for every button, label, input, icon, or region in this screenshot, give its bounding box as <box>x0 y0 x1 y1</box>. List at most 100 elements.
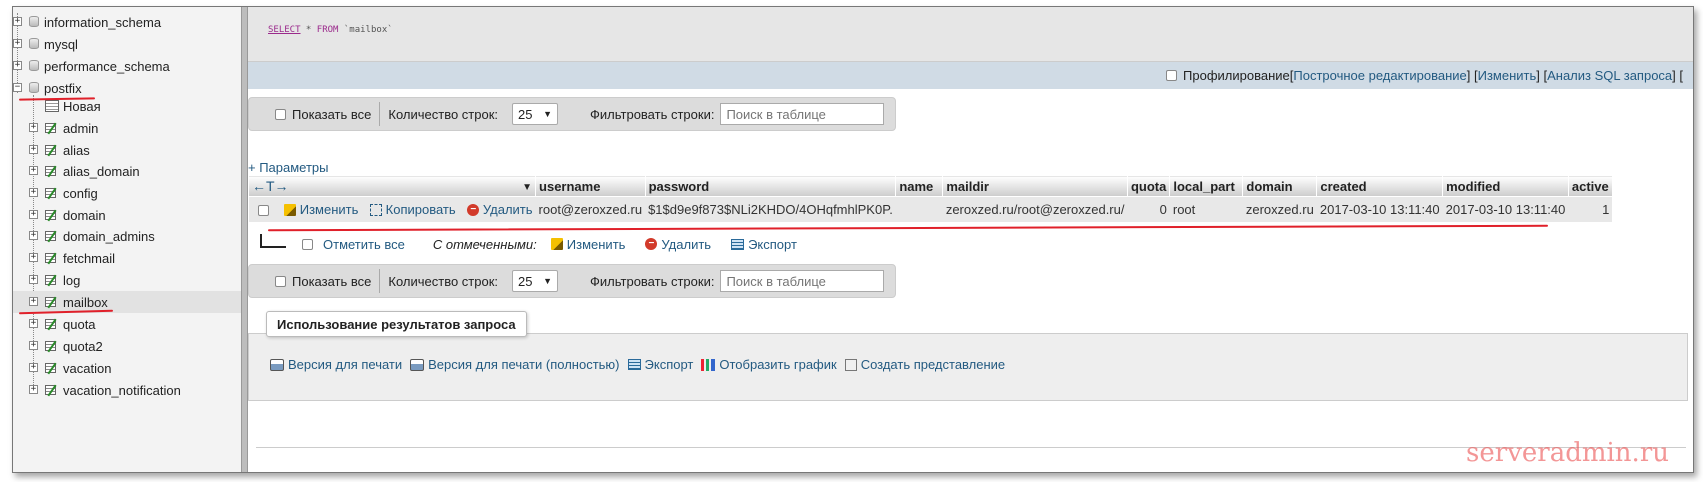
expand-icon[interactable]: + <box>13 39 22 48</box>
column-header-modified[interactable]: modified <box>1442 175 1569 197</box>
table-item-quota2[interactable]: + quota2 <box>13 335 241 357</box>
row-copy-link[interactable]: Копировать <box>386 202 456 217</box>
collapse-icon[interactable]: − <box>13 83 22 92</box>
bulk-delete-link[interactable]: Удалить <box>661 237 711 252</box>
table-label[interactable]: vacation <box>63 361 111 376</box>
print-view-full-link[interactable]: Версия для печати (полностью) <box>428 357 619 372</box>
table-label[interactable]: config <box>63 186 98 201</box>
bulk-export-link[interactable]: Экспорт <box>748 237 797 252</box>
edit-query-link[interactable]: Изменить <box>1478 68 1537 83</box>
table-item-mailbox[interactable]: + mailbox <box>13 291 241 313</box>
table-label[interactable]: domain_admins <box>63 229 155 244</box>
show-all-checkbox[interactable] <box>275 275 286 287</box>
table-label[interactable]: mailbox <box>63 295 108 310</box>
column-header-quota[interactable]: quota <box>1126 175 1171 197</box>
db-label[interactable]: postfix <box>44 81 82 96</box>
expand-icon[interactable]: + <box>29 297 38 306</box>
expand-icon[interactable]: + <box>29 385 38 394</box>
expand-icon[interactable]: + <box>29 275 38 284</box>
view-icon[interactable] <box>844 358 857 371</box>
cell-local-part[interactable]: root <box>1169 196 1243 222</box>
row-checkbox[interactable] <box>257 204 269 216</box>
table-label[interactable]: alias <box>63 143 90 158</box>
expand-icon[interactable]: + <box>29 231 38 240</box>
cell-password[interactable]: $1$d9e9f873$NLi2KHDO/4OHqfmhlPK0P. <box>645 196 896 222</box>
table-item-domain-admins[interactable]: + domain_admins <box>13 225 241 247</box>
db-item-performance-schema[interactable]: + performance_schema <box>13 55 241 77</box>
table-item-domain[interactable]: + domain <box>13 204 241 226</box>
expand-icon[interactable]: + <box>29 166 38 175</box>
table-item-quota[interactable]: + quota <box>13 313 241 335</box>
table-label[interactable]: quota2 <box>63 339 103 354</box>
expand-icon[interactable]: + <box>29 319 38 328</box>
show-all-label[interactable]: Показать все <box>292 274 371 289</box>
row-count-select[interactable]: 25 ▼ <box>512 270 559 292</box>
table-label[interactable]: fetchmail <box>63 251 115 266</box>
display-chart-link[interactable]: Отобразить график <box>719 357 836 372</box>
expand-icon[interactable]: + <box>29 253 38 262</box>
cell-created[interactable]: 2017-03-10 13:11:40 <box>1316 196 1443 222</box>
show-all-label[interactable]: Показать все <box>292 107 371 122</box>
column-header-username[interactable]: username <box>535 175 646 197</box>
print-view-link[interactable]: Версия для печати <box>288 357 402 372</box>
cell-username[interactable]: root@zeroxzed.ru <box>535 196 646 222</box>
cell-modified[interactable]: 2017-03-10 13:11:40 <box>1442 196 1569 222</box>
table-item-fetchmail[interactable]: + fetchmail <box>13 247 241 269</box>
check-all-link[interactable]: Отметить все <box>323 237 405 252</box>
column-arrows-icon[interactable]: ←T→ <box>252 178 289 194</box>
expand-icon[interactable]: + <box>29 123 38 132</box>
table-label[interactable]: domain <box>63 208 106 223</box>
print-icon[interactable] <box>270 358 284 371</box>
filter-rows-input[interactable] <box>720 103 885 125</box>
column-header-active[interactable]: active <box>1567 175 1613 197</box>
options-link[interactable]: + Параметры <box>248 160 329 175</box>
row-count-select[interactable]: 25 ▼ <box>512 103 559 125</box>
table-item-alias-domain[interactable]: + alias_domain <box>13 160 241 182</box>
expand-icon[interactable]: + <box>29 210 38 219</box>
expand-icon[interactable]: + <box>29 341 38 350</box>
row-edit-link[interactable]: Изменить <box>300 202 359 217</box>
table-item-vacation-notification[interactable]: + vacation_notification <box>13 379 241 401</box>
export-link[interactable]: Экспорт <box>645 357 694 372</box>
print-icon[interactable] <box>410 358 425 371</box>
column-header-maildir[interactable]: maildir <box>942 175 1128 197</box>
table-item-config[interactable]: + config <box>13 182 241 204</box>
sql-keyword-select[interactable]: SELECT <box>268 25 301 35</box>
cell-active[interactable]: 1 <box>1568 196 1613 222</box>
cell-domain[interactable]: zeroxzed.ru <box>1242 196 1317 222</box>
column-header-domain[interactable]: domain <box>1242 175 1318 197</box>
column-header-name[interactable]: name <box>895 175 944 197</box>
new-table-label[interactable]: Новая <box>63 99 101 114</box>
table-label[interactable]: alias_domain <box>63 164 140 179</box>
expand-icon[interactable]: + <box>13 17 22 26</box>
check-all-checkbox[interactable] <box>302 238 313 250</box>
db-label[interactable]: performance_schema <box>44 59 170 74</box>
export-icon[interactable] <box>627 359 641 370</box>
export-icon[interactable] <box>731 238 745 250</box>
sort-dropdown-icon[interactable]: ▼ <box>522 182 532 193</box>
expand-icon[interactable]: + <box>29 363 38 372</box>
table-item-vacation[interactable]: + vacation <box>13 357 241 379</box>
delete-icon[interactable]: − <box>645 238 658 250</box>
show-all-checkbox[interactable] <box>275 108 286 120</box>
create-view-link[interactable]: Создать представление <box>861 357 1005 372</box>
expand-icon[interactable]: + <box>29 145 38 154</box>
row-delete-link[interactable]: Удалить <box>483 202 533 217</box>
copy-icon[interactable] <box>370 204 383 217</box>
explain-sql-link[interactable]: Анализ SQL запроса <box>1547 68 1672 83</box>
table-label[interactable]: admin <box>63 121 98 136</box>
table-label[interactable]: vacation_notification <box>63 383 181 398</box>
pencil-icon[interactable] <box>550 238 563 250</box>
sidebar-resizer[interactable] <box>241 7 248 472</box>
bulk-edit-link[interactable]: Изменить <box>567 237 626 252</box>
db-item-mysql[interactable]: + mysql <box>13 33 241 55</box>
cell-name[interactable] <box>895 196 943 222</box>
profiling-checkbox[interactable] <box>1166 70 1178 81</box>
column-header-created[interactable]: created <box>1316 175 1444 197</box>
cell-quota[interactable]: 0 <box>1127 196 1170 222</box>
db-label[interactable]: mysql <box>44 37 78 52</box>
column-header-password[interactable]: password <box>644 175 897 197</box>
db-item-information-schema[interactable]: + information_schema <box>13 11 241 33</box>
filter-rows-input[interactable] <box>720 270 885 292</box>
expand-icon[interactable]: + <box>13 61 22 70</box>
